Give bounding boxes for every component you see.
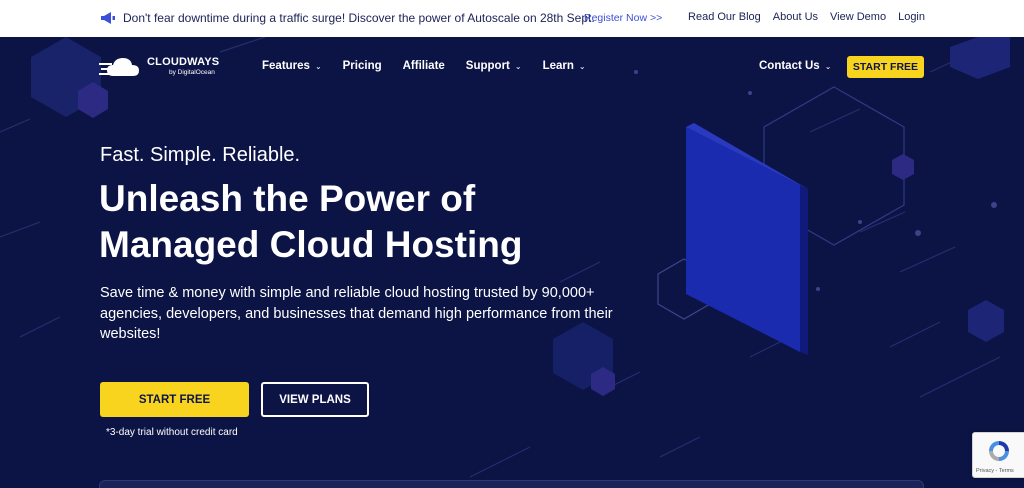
main-nav: CLOUDWAYS by DigitalOcean Features ⌄ Pric… — [0, 37, 1024, 97]
chevron-down-icon: ⌄ — [578, 61, 586, 71]
announcement-bar: Don't fear downtime during a traffic sur… — [0, 0, 1024, 37]
announcement-text: Don't fear downtime during a traffic sur… — [123, 11, 595, 25]
nav-item-support[interactable]: Support ⌄ — [466, 60, 522, 72]
top-links: Read Our Blog About Us View Demo Login — [688, 11, 925, 23]
chevron-down-icon: ⌄ — [514, 61, 522, 71]
nav-start-free-button[interactable]: START FREE — [847, 56, 924, 78]
read-blog-link[interactable]: Read Our Blog — [688, 11, 761, 23]
headline-line-1: Unleash the Power of — [99, 178, 476, 219]
register-now-link[interactable]: Register Now >> — [584, 12, 662, 24]
logo-name: CLOUDWAYS — [147, 56, 220, 69]
start-free-button[interactable]: START FREE — [100, 382, 249, 417]
nav-item-pricing[interactable]: Pricing — [343, 60, 382, 72]
login-link[interactable]: Login — [898, 11, 925, 23]
chevron-down-icon: ⌄ — [314, 61, 322, 71]
recaptcha-icon — [989, 441, 1009, 461]
hero-headline: Unleash the Power of Managed Cloud Hosti… — [99, 176, 659, 268]
chevron-down-icon: ⌄ — [824, 61, 832, 71]
nav-item-features[interactable]: Features ⌄ — [262, 60, 322, 72]
nav-menu: Features ⌄ Pricing Affiliate Support ⌄ Lea… — [262, 60, 586, 72]
megaphone-icon — [101, 12, 115, 24]
bottom-card-edge — [99, 480, 924, 488]
hero-tagline: Fast. Simple. Reliable. — [100, 144, 301, 166]
view-demo-link[interactable]: View Demo — [830, 11, 886, 23]
recaptcha-links[interactable]: Privacy - Terms — [976, 468, 1014, 474]
logo-sub: by DigitalOcean — [169, 69, 215, 77]
cloudways-logo-icon — [99, 58, 139, 76]
hero-description: Save time & money with simple and reliab… — [100, 285, 613, 342]
view-plans-button[interactable]: VIEW PLANS — [261, 382, 369, 417]
trial-note: *3-day trial without credit card — [106, 427, 238, 438]
nav-item-contact-us[interactable]: Contact Us ⌄ — [759, 60, 831, 72]
headline-line-2: Managed Cloud Hosting — [99, 224, 523, 265]
recaptcha-badge[interactable]: Privacy - Terms — [972, 432, 1024, 478]
cloudways-logo[interactable]: CLOUDWAYS by DigitalOcean — [99, 54, 219, 80]
about-us-link[interactable]: About Us — [773, 11, 818, 23]
nav-item-learn[interactable]: Learn ⌄ — [543, 60, 586, 72]
nav-item-affiliate[interactable]: Affiliate — [403, 60, 445, 72]
